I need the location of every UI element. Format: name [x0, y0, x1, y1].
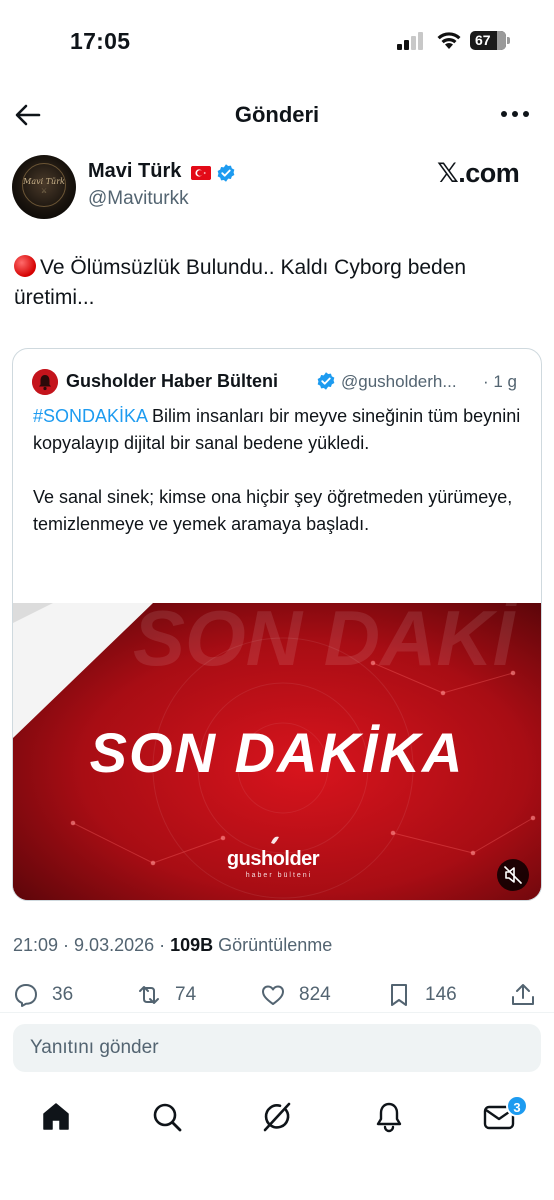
turkish-flag-icon — [191, 166, 211, 180]
battery-level: 67 — [475, 32, 491, 48]
reply-button[interactable]: 36 — [13, 980, 73, 1010]
battery-indicator: 67 — [470, 31, 510, 50]
quote-text-line-2: Ve sanal sinek; kimse ona hiçbir şey öğr… — [33, 487, 513, 534]
brand-logo-text: gusholder — [227, 848, 320, 870]
quote-verified-badge-icon — [317, 372, 335, 390]
author-name[interactable]: Mavi Türk — [88, 160, 181, 183]
status-bar: 17:05 67 — [0, 0, 554, 80]
background-text: SON DAKİ — [133, 603, 519, 682]
reply-input[interactable]: Yanıtını gönder — [13, 1024, 541, 1072]
home-icon[interactable] — [39, 1100, 73, 1134]
hashtag-link[interactable]: #SONDAKİKA — [33, 406, 147, 426]
tweet-actions: 36 74 824 146 — [0, 980, 554, 1010]
tweet-text: Ve Ölümsüzlük Bulundu.. Kaldı Cyborg bed… — [14, 253, 544, 313]
quote-time: · 1 g — [483, 372, 518, 391]
quote-media-image[interactable]: SON DAKİ SON DAKİKA gusholder haber bült… — [13, 603, 541, 900]
x-com-watermark: 𝕏.com — [437, 158, 520, 188]
quote-author-handle: @gusholderh... — [341, 372, 457, 391]
grok-icon[interactable] — [260, 1100, 294, 1134]
reply-count: 36 — [52, 984, 74, 1005]
repost-button[interactable]: 74 — [136, 980, 196, 1010]
wifi-icon — [437, 32, 461, 49]
author-avatar[interactable]: Mavi Türk ⚔ — [12, 155, 76, 219]
divider — [0, 1012, 554, 1013]
quoted-tweet[interactable]: Gusholder Haber Bülteni @gusholderh... ·… — [12, 348, 542, 901]
cellular-signal-icon — [397, 32, 423, 50]
top-header: Gönderi — [0, 92, 554, 136]
like-button[interactable]: 824 — [260, 980, 331, 1010]
headline-text: SON DAKİKA — [90, 721, 465, 784]
author-handle[interactable]: @Maviturkk — [88, 188, 189, 210]
heart-icon — [262, 985, 284, 1005]
share-icon — [512, 984, 534, 1005]
repost-count: 74 — [175, 984, 197, 1005]
bookmark-icon — [391, 984, 407, 1006]
like-count: 824 — [299, 984, 331, 1005]
repost-icon — [139, 986, 159, 1004]
tweet-body: Ve Ölümsüzlük Bulundu.. Kaldı Cyborg bed… — [14, 256, 467, 309]
avatar-text: Mavi Türk — [23, 177, 65, 186]
quote-avatar — [32, 369, 58, 395]
view-count: 109B — [170, 935, 214, 955]
messages-badge: 3 — [506, 1095, 528, 1117]
page-title: Gönderi — [234, 102, 320, 127]
bookmark-button[interactable]: 146 — [386, 980, 457, 1010]
tweet-meta: 21:09 · 9.03.2026 · 109B Görüntülenme — [13, 935, 332, 956]
mute-icon[interactable] — [497, 859, 529, 891]
son-dakika-graphic: SON DAKİ SON DAKİKA gusholder haber bült… — [13, 603, 541, 900]
verified-badge-icon — [217, 164, 235, 182]
views-label: Görüntülenme — [213, 935, 333, 955]
notifications-bell-icon[interactable] — [372, 1100, 406, 1134]
more-options-icon[interactable] — [500, 104, 530, 124]
bookmark-count: 146 — [425, 984, 457, 1005]
red-circle-emoji-icon — [14, 255, 36, 277]
tweet-timestamp: 21:09 · 9.03.2026 · — [13, 935, 171, 955]
search-icon[interactable] — [150, 1100, 184, 1134]
share-button[interactable] — [510, 980, 536, 1010]
quote-author-name: Gusholder Haber Bülteni — [66, 371, 279, 391]
quote-text: #SONDAKİKA Bilim insanları bir meyve sin… — [33, 403, 528, 565]
brand-subtitle-text: haber bülteni — [246, 872, 312, 879]
status-time: 17:05 — [70, 28, 131, 54]
reply-icon — [15, 984, 37, 1007]
